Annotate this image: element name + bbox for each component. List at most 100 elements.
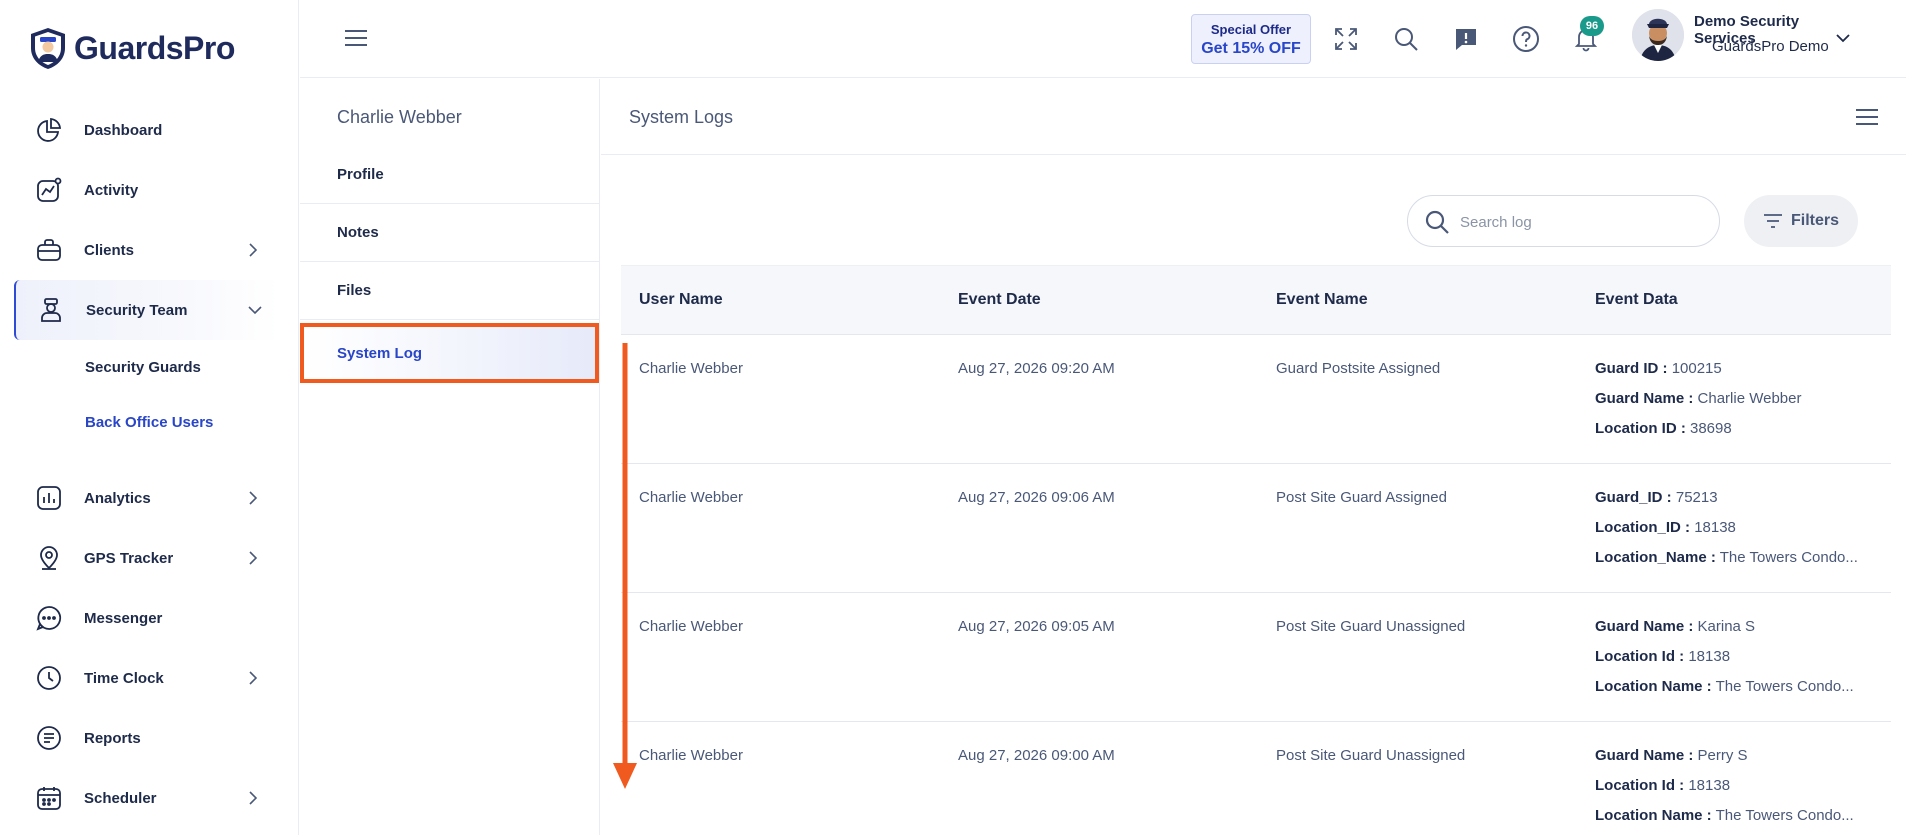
- filter-icon: [1763, 214, 1782, 228]
- sidebar-item-messenger[interactable]: Messenger: [0, 588, 299, 648]
- sidebar-item-dashboard[interactable]: Dashboard: [0, 100, 299, 160]
- feedback-alert-icon[interactable]: [1451, 24, 1481, 54]
- special-offer-button[interactable]: Special Offer Get 15% OFF: [1191, 14, 1311, 64]
- avatar[interactable]: [1632, 9, 1684, 61]
- menu-icon[interactable]: [1855, 107, 1879, 127]
- data-value: Charlie Webber: [1697, 390, 1802, 407]
- location-pin-icon: [34, 543, 64, 573]
- tab-profile[interactable]: Profile: [300, 146, 599, 204]
- data-value: 18138: [1688, 777, 1731, 794]
- scroll-down-arrow-icon: [613, 343, 637, 789]
- search-icon: [1425, 210, 1449, 234]
- sidebar-item-label: Dashboard: [84, 121, 163, 139]
- column-header-user-name[interactable]: User Name: [639, 291, 723, 309]
- tab-system-log[interactable]: System Log: [300, 323, 599, 383]
- column-header-event-data[interactable]: Event Data: [1595, 291, 1678, 309]
- cell-user-name: Charlie Webber: [639, 489, 743, 506]
- cell-event-data-line: Location_ID : 18138: [1595, 519, 1885, 536]
- data-key: Location Id :: [1595, 648, 1685, 665]
- sidebar-item-clients[interactable]: Clients: [0, 220, 299, 280]
- data-key: Location Id :: [1595, 777, 1685, 794]
- data-value: 75213: [1675, 489, 1718, 506]
- table-row[interactable]: Charlie Webber Aug 27, 2026 09:05 AM Pos…: [621, 593, 1891, 722]
- filters-label: Filters: [1790, 212, 1839, 229]
- cell-user-name: Charlie Webber: [639, 747, 743, 764]
- calendar-icon: [34, 783, 64, 813]
- data-value: The Towers Condo...: [1719, 549, 1858, 566]
- sidebar-item-activity[interactable]: Activity: [0, 160, 299, 220]
- search-icon[interactable]: [1391, 24, 1421, 54]
- data-key: Location ID :: [1595, 420, 1686, 437]
- sidebar-item-analytics[interactable]: Analytics: [0, 468, 299, 528]
- tab-files[interactable]: Files: [300, 262, 599, 320]
- cell-event-data-line: Location Id : 18138: [1595, 648, 1885, 665]
- sidebar-item-label: Clients: [84, 241, 135, 259]
- page-title: System Logs: [629, 107, 734, 127]
- sidebar-item-label: Reports: [84, 729, 141, 747]
- data-key: Location Name :: [1595, 807, 1712, 824]
- data-key: Location_Name :: [1595, 549, 1716, 566]
- cell-event-data-line: Guard Name : Karina S: [1595, 618, 1885, 635]
- sidebar-item-gps-tracker[interactable]: GPS Tracker: [0, 528, 299, 588]
- sidebar-nav: Dashboard Activity Clients Security Team…: [0, 100, 299, 828]
- column-header-event-name[interactable]: Event Name: [1276, 291, 1368, 309]
- column-header-event-date[interactable]: Event Date: [958, 291, 1041, 309]
- chevron-right-icon: [249, 491, 258, 505]
- data-value: 100215: [1671, 360, 1722, 377]
- search-input[interactable]: [1460, 210, 1700, 234]
- activity-chart-icon: [34, 175, 64, 205]
- sidebar-item-scheduler[interactable]: Scheduler: [0, 768, 299, 828]
- system-log-table: User Name Event Date Event Name Event Da…: [621, 265, 1891, 835]
- data-key: Guard_ID :: [1595, 489, 1672, 506]
- cell-event-data-line: Guard Name : Perry S: [1595, 747, 1885, 764]
- data-key: Guard Name :: [1595, 390, 1694, 407]
- chevron-down-icon[interactable]: [1834, 29, 1852, 47]
- cell-event-data-line: Location Name : The Towers Condo...: [1595, 678, 1885, 695]
- data-key: Location Name :: [1595, 678, 1712, 695]
- offer-title: Special Offer: [1210, 22, 1292, 37]
- tab-notes[interactable]: Notes: [300, 204, 599, 262]
- sidebar-item-reports[interactable]: Reports: [0, 708, 299, 768]
- cell-event-data-line: Location Name : The Towers Condo...: [1595, 807, 1885, 824]
- cell-event-data-line: Guard_ID : 75213: [1595, 489, 1885, 506]
- table-row[interactable]: Charlie Webber Aug 27, 2026 09:06 AM Pos…: [621, 464, 1891, 593]
- chevron-down-icon: [248, 306, 262, 315]
- sidebar-item-label: GPS Tracker: [84, 549, 174, 567]
- sidebar-subitem-back-office-users[interactable]: Back Office Users: [0, 395, 299, 450]
- sidebar-item-time-clock[interactable]: Time Clock: [0, 648, 299, 708]
- briefcase-icon: [34, 235, 64, 265]
- top-bar: Special Offer Get 15% OFF 96 Demo Securi…: [300, 0, 1906, 78]
- data-value: The Towers Condo...: [1715, 807, 1854, 824]
- notification-badge: 96: [1580, 16, 1604, 36]
- data-value: The Towers Condo...: [1715, 678, 1854, 695]
- help-icon[interactable]: [1511, 24, 1541, 54]
- sidebar-subitem-security-guards[interactable]: Security Guards: [0, 340, 299, 395]
- panel-header: System Logs: [601, 79, 1906, 155]
- data-value: Perry S: [1697, 747, 1748, 764]
- cell-user-name: Charlie Webber: [639, 360, 743, 377]
- data-value: 18138: [1688, 648, 1731, 665]
- table-row[interactable]: Charlie Webber Aug 27, 2026 09:20 AM Gua…: [621, 335, 1891, 464]
- fullscreen-icon[interactable]: [1331, 24, 1361, 54]
- brand-logo[interactable]: GuardsPro: [28, 26, 235, 70]
- chevron-right-icon: [249, 243, 258, 257]
- system-logs-panel: System Logs Filters User Name Event Date…: [601, 79, 1906, 835]
- sidebar: GuardsPro Dashboard Activity Clients Sec…: [0, 0, 299, 835]
- chevron-right-icon: [249, 551, 258, 565]
- hamburger-menu-icon[interactable]: [344, 28, 368, 48]
- data-key: Location_ID :: [1595, 519, 1691, 536]
- table-row[interactable]: Charlie Webber Aug 27, 2026 09:00 AM Pos…: [621, 722, 1891, 835]
- filters-button[interactable]: Filters: [1744, 195, 1858, 247]
- sidebar-item-label: Messenger: [84, 609, 163, 627]
- cell-event-name: Post Site Guard Assigned: [1276, 489, 1447, 506]
- company-name: GuardsPro Demo: [1712, 38, 1829, 55]
- search-box[interactable]: [1407, 195, 1720, 247]
- sidebar-item-label: Scheduler: [84, 789, 157, 807]
- data-key: Guard Name :: [1595, 618, 1694, 635]
- cell-event-data-line: Location Id : 18138: [1595, 777, 1885, 794]
- sidebar-item-security-team[interactable]: Security Team: [14, 280, 279, 340]
- clock-icon: [34, 663, 64, 693]
- cell-event-data-line: Location_Name : The Towers Condo...: [1595, 549, 1885, 566]
- pie-chart-icon: [34, 115, 64, 145]
- chevron-right-icon: [249, 671, 258, 685]
